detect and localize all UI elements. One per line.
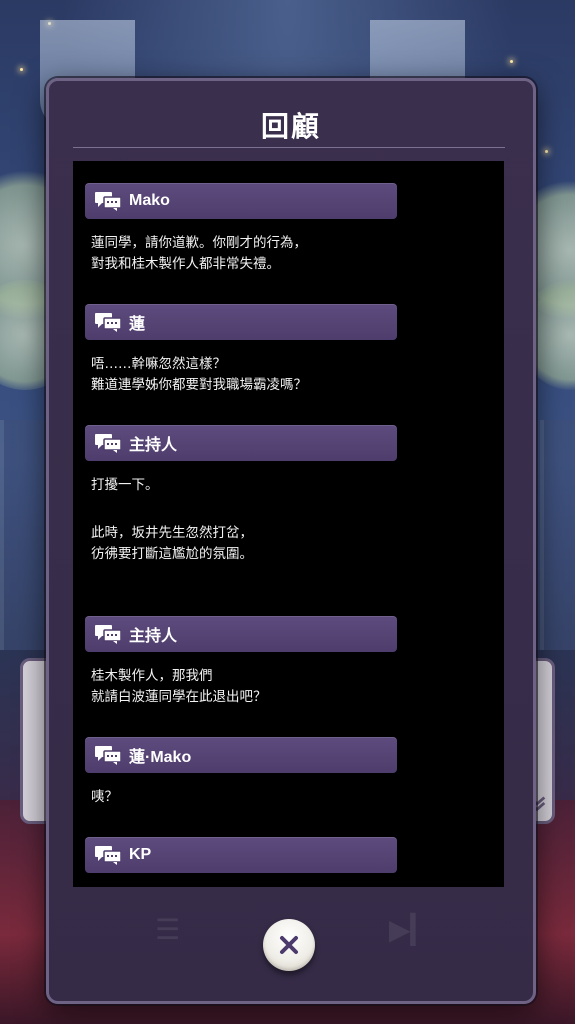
speaker-bar: KP bbox=[85, 837, 397, 873]
speaker-name: KP bbox=[129, 846, 152, 863]
log-entry: 主持人 桂木製作人，那我們 就請白波蓮同學在此退出吧？ bbox=[85, 616, 397, 708]
dialogue-line: 難道連學姊你都要對我職場霸凌嗎？ bbox=[91, 377, 307, 393]
log-entry: 蓮 唔……幹嘛忽然這樣？ 難道連學姊你都要對我職場霸凌嗎？ bbox=[85, 304, 397, 396]
speaker-bar: 主持人 bbox=[85, 616, 397, 652]
close-icon bbox=[280, 936, 298, 954]
title-divider bbox=[73, 147, 505, 148]
backlog-list[interactable]: Mako 蓮同學，請你道歉。你剛才的行為， 對我和桂木製作人都非常失禮。 蓮 唔… bbox=[73, 161, 504, 887]
star-decoration bbox=[20, 68, 23, 71]
star-decoration bbox=[545, 150, 548, 153]
log-entry: 蓮·Mako 咦？ bbox=[85, 737, 397, 808]
dialogue-line: 咦？ bbox=[91, 789, 118, 805]
log-entry: Mako 蓮同學，請你道歉。你剛才的行為， 對我和桂木製作人都非常失禮。 bbox=[85, 183, 397, 275]
backlog-dialog: 回顧 Mako 蓮同學，請你道歉。你剛才的行為， 對我和桂木製作人都非常失禮。 … bbox=[46, 78, 536, 1004]
log-entry-narration: 此時，坂井先生忽然打岔， 彷彿要打斷這尷尬的氛圍。 bbox=[85, 523, 253, 565]
speaker-name: 主持人 bbox=[129, 628, 178, 645]
narration-line: 此時，坂井先生忽然打岔， bbox=[91, 525, 253, 541]
dialogue-line: 蓮同學，請你道歉。你剛才的行為， bbox=[91, 235, 307, 251]
narration-line: 彷彿要打斷這尷尬的氛圍。 bbox=[91, 546, 253, 562]
speaker-bar: Mako bbox=[85, 183, 397, 219]
speaker-bar: 蓮 bbox=[85, 304, 397, 340]
dialogue-line: 唔……幹嘛忽然這樣？ bbox=[91, 356, 226, 372]
dialogue-line: 就請白波蓮同學在此退出吧？ bbox=[91, 689, 267, 705]
speaker-bar: 蓮·Mako bbox=[85, 737, 397, 773]
log-entry: 主持人 打擾一下。 bbox=[85, 425, 397, 496]
chat-bubbles-icon bbox=[95, 624, 122, 644]
skip-ghost-icon: ▶▎ bbox=[389, 913, 433, 946]
chat-bubbles-icon bbox=[95, 745, 122, 765]
speaker-name: 蓮 bbox=[129, 316, 146, 333]
dialogue-line: 對我和桂木製作人都非常失禮。 bbox=[91, 256, 280, 272]
dialogue-line: 打擾一下。 bbox=[91, 477, 159, 493]
chat-bubbles-icon bbox=[95, 191, 122, 211]
chat-bubbles-icon bbox=[95, 433, 122, 453]
speaker-bar: 主持人 bbox=[85, 425, 397, 461]
speaker-name: Mako bbox=[129, 192, 170, 209]
star-decoration bbox=[510, 60, 513, 63]
speaker-name: 蓮·Mako bbox=[129, 749, 192, 766]
dialogue-line: 桂木製作人，那我們 bbox=[91, 668, 213, 684]
dialog-title: 回顧 bbox=[260, 110, 321, 143]
chat-bubbles-icon bbox=[95, 312, 122, 332]
close-button[interactable] bbox=[263, 919, 315, 971]
speaker-name: 主持人 bbox=[129, 437, 178, 454]
menu-ghost-icon: ☰ bbox=[155, 913, 181, 946]
log-entry: KP bbox=[85, 837, 397, 873]
chat-bubbles-icon bbox=[95, 845, 122, 865]
